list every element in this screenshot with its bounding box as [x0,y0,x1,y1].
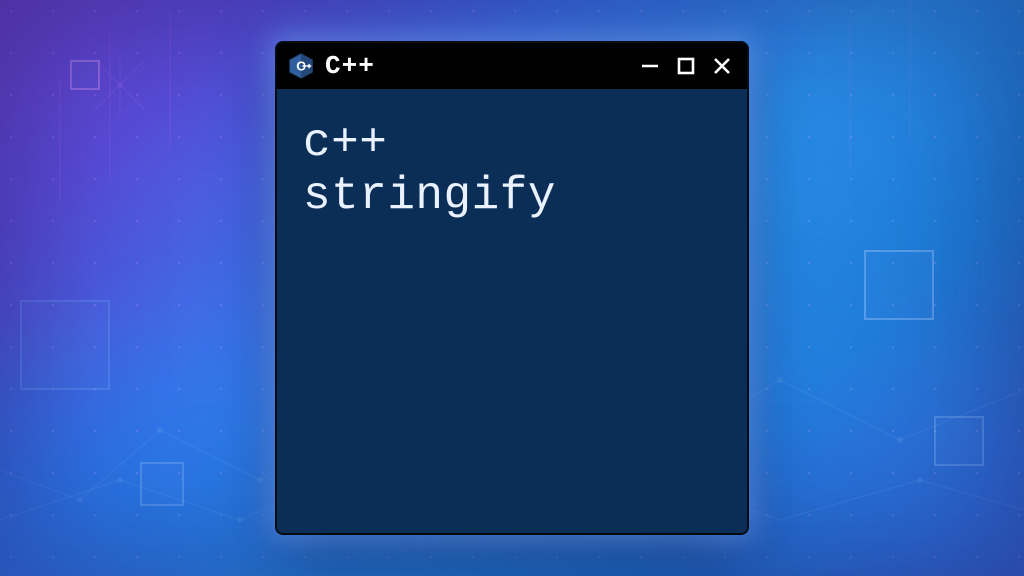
window-controls [639,55,737,77]
window-content: c++ stringify [277,89,747,533]
content-line-1: c++ [303,117,387,169]
content-line-2: stringify [303,170,556,222]
cpp-hex-icon: C [287,52,315,80]
app-window: C C++ c++ stringify [277,43,747,533]
window-title: C++ [325,51,375,81]
titlebar[interactable]: C C++ [277,43,747,89]
maximize-button[interactable] [675,55,697,77]
minimize-button[interactable] [639,55,661,77]
close-button[interactable] [711,55,733,77]
